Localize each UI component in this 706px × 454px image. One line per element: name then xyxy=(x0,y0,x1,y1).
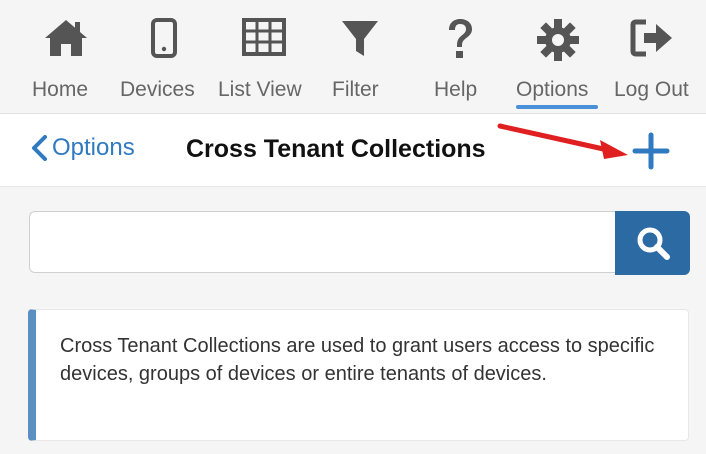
plus-icon xyxy=(632,132,670,170)
logout-icon xyxy=(628,18,676,66)
top-toolbar: Home Devices List View Filter Help Optio… xyxy=(0,0,706,112)
grid-icon xyxy=(240,18,288,66)
question-icon xyxy=(436,18,484,66)
back-label: Options xyxy=(52,134,135,161)
toolbar-help-label: Help xyxy=(434,78,478,101)
toolbar-logout[interactable]: Log Out xyxy=(612,0,702,112)
toolbar-logout-label: Log Out xyxy=(614,78,689,101)
toolbar-options[interactable]: Options xyxy=(514,0,602,112)
toolbar-list-view-label: List View xyxy=(218,78,302,101)
add-button[interactable] xyxy=(630,130,672,172)
active-tab-indicator xyxy=(516,105,598,109)
toolbar-help[interactable]: Help xyxy=(432,0,488,112)
back-button[interactable]: Options xyxy=(30,134,135,162)
info-text: Cross Tenant Collections are used to gra… xyxy=(60,335,655,385)
toolbar-home-label: Home xyxy=(32,78,89,101)
search-button[interactable] xyxy=(615,211,690,275)
toolbar-home[interactable]: Home xyxy=(30,0,102,112)
toolbar-devices-label: Devices xyxy=(120,78,195,101)
phone-icon xyxy=(140,18,188,66)
home-icon xyxy=(42,18,90,66)
toolbar-filter-label: Filter xyxy=(332,78,379,101)
toolbar-options-label: Options xyxy=(516,78,589,101)
search-input[interactable] xyxy=(29,211,615,273)
chevron-left-icon xyxy=(32,135,47,161)
toolbar-list-view[interactable]: List View xyxy=(218,0,318,112)
search-icon xyxy=(637,227,670,260)
toolbar-filter[interactable]: Filter xyxy=(330,0,392,112)
annotation-arrow-icon xyxy=(497,123,628,159)
search-bar xyxy=(29,211,690,275)
page-title: Cross Tenant Collections xyxy=(186,135,486,163)
gear-icon xyxy=(534,18,582,66)
toolbar-devices[interactable]: Devices xyxy=(118,0,210,112)
info-callout: Cross Tenant Collections are used to gra… xyxy=(28,309,689,441)
filter-icon xyxy=(336,18,384,66)
